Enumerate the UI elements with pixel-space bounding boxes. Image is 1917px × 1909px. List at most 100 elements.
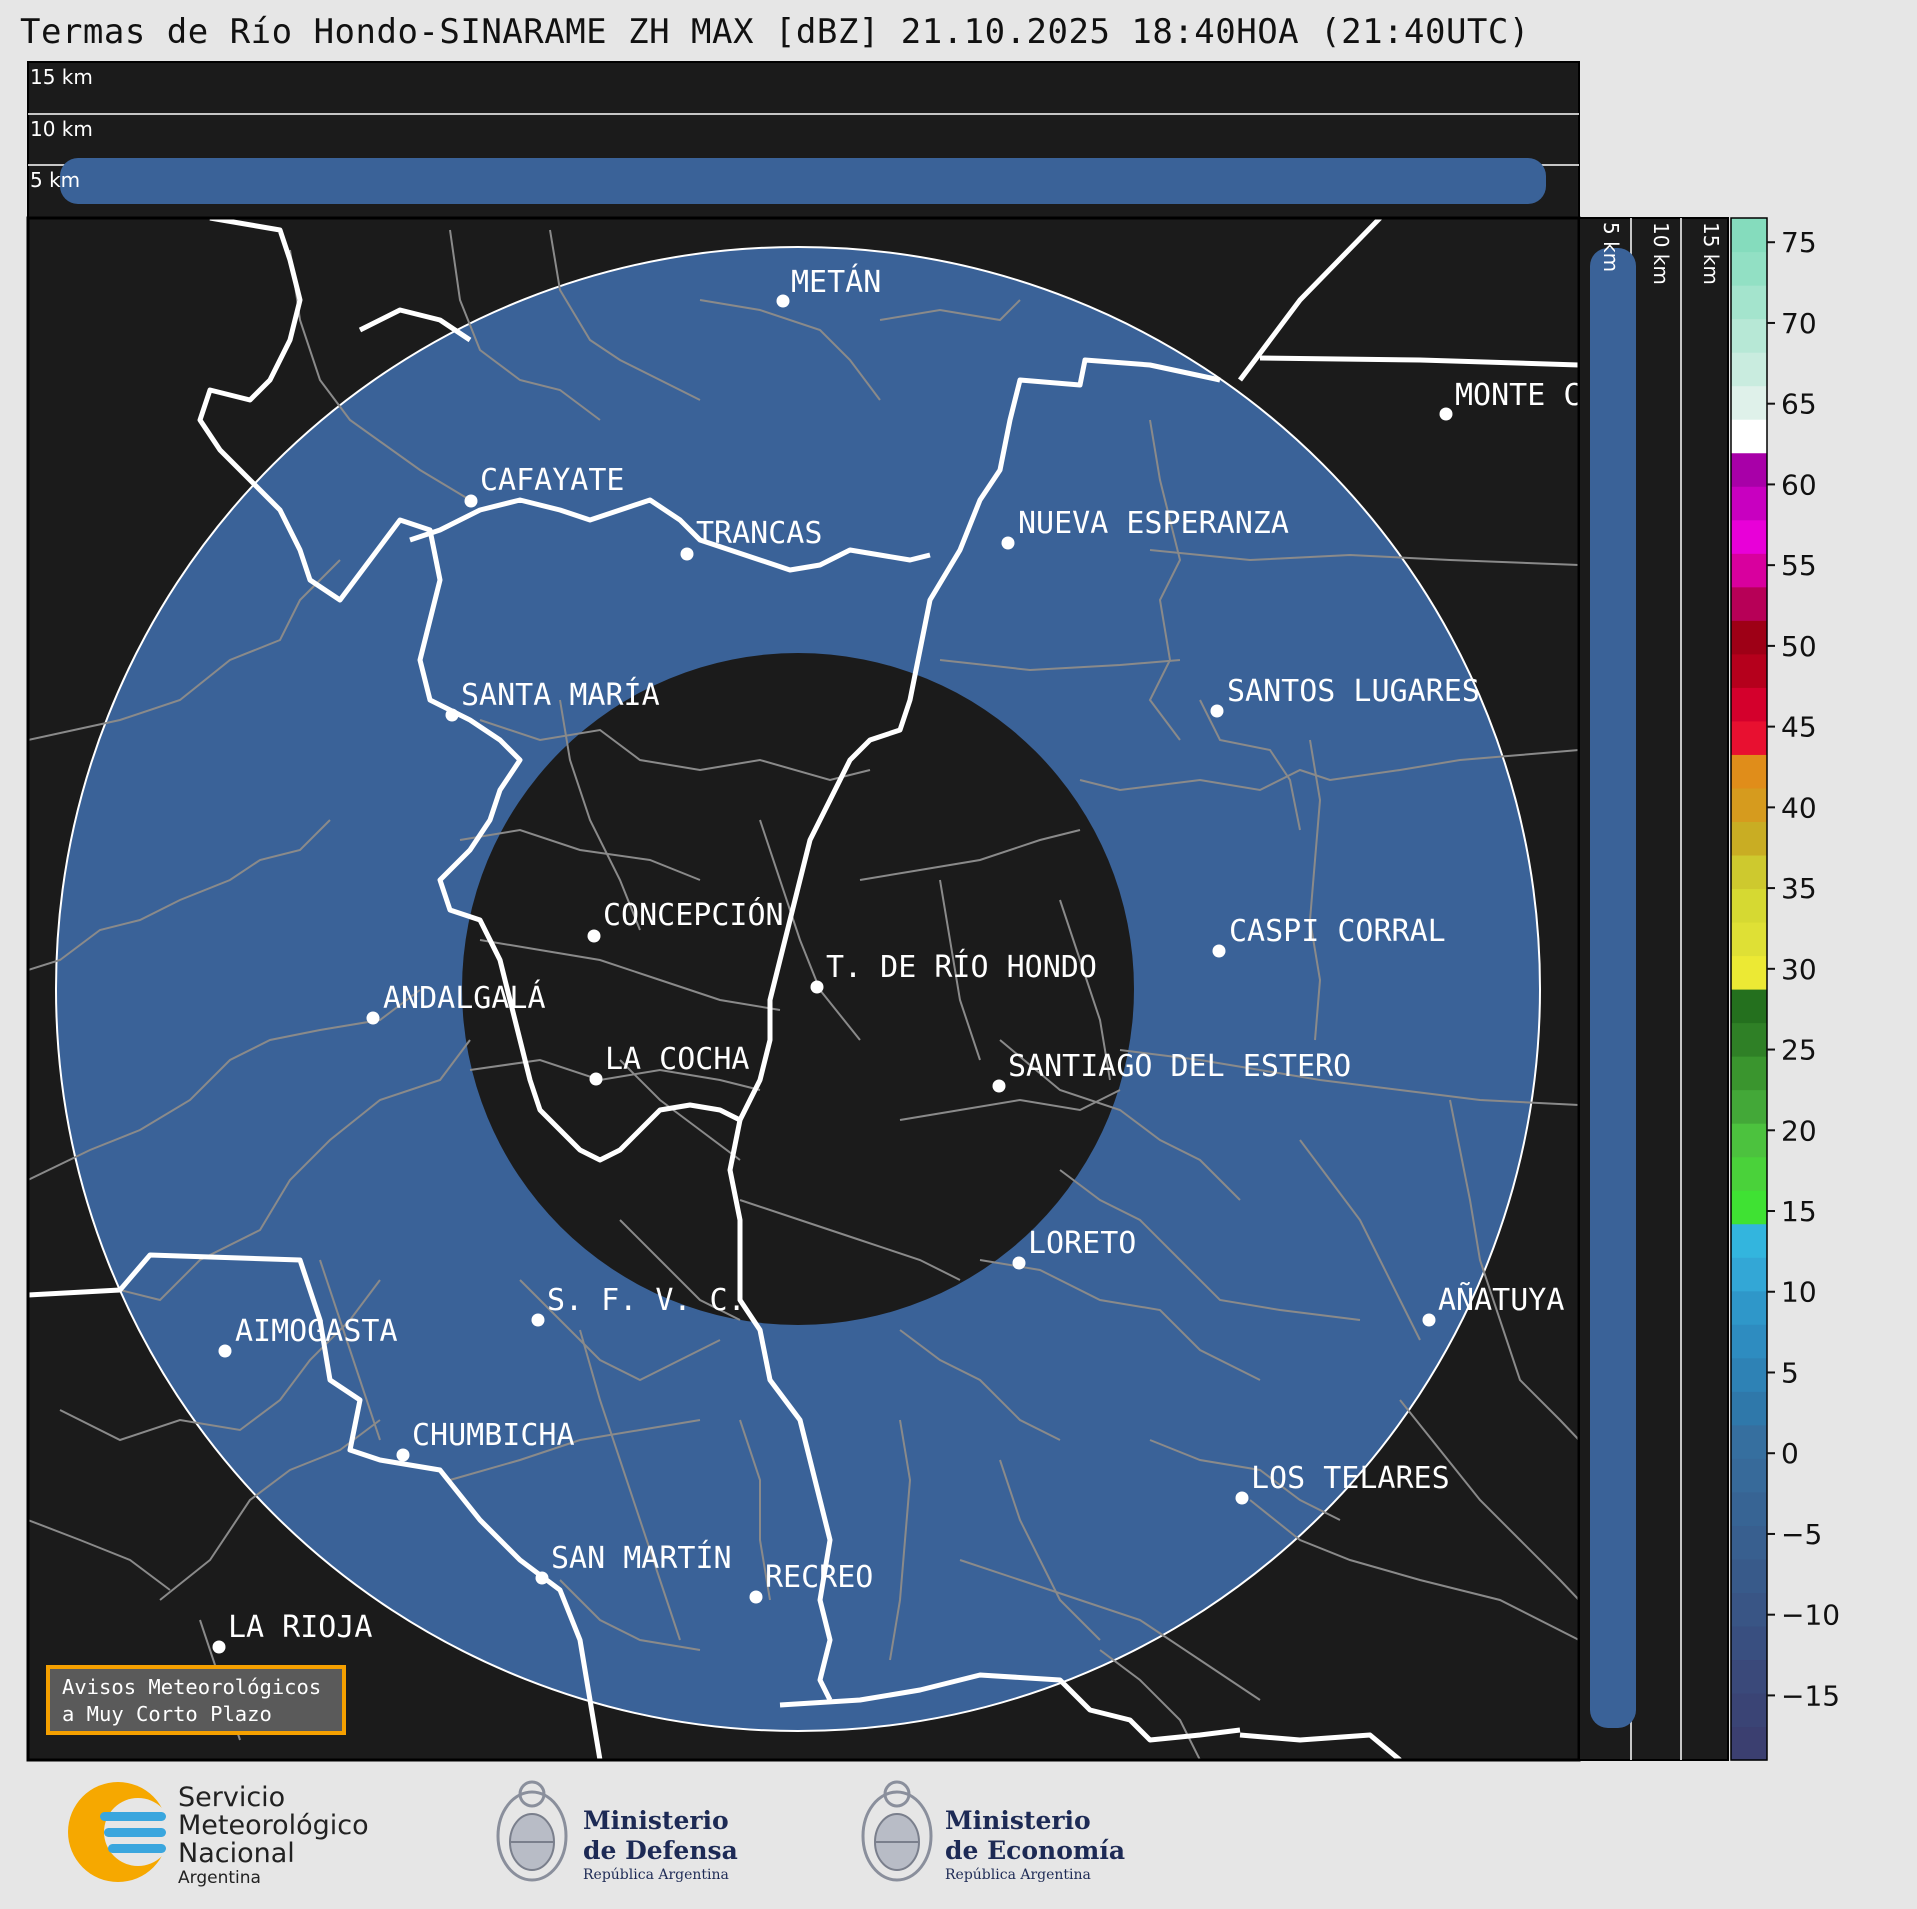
colorbar-segment <box>1731 285 1767 320</box>
colorbar-segment <box>1731 1056 1767 1091</box>
svg-text:CAFAYATE: CAFAYATE <box>480 463 625 498</box>
smn-line-2: Meteorológico <box>178 1810 369 1841</box>
colorbar-segment <box>1731 955 1767 990</box>
svg-text:AÑATUYA: AÑATUYA <box>1438 1282 1564 1318</box>
colorbar-tick-label: 45 <box>1781 711 1817 744</box>
colorbar-segment <box>1731 720 1767 755</box>
defensa-line-3: República Argentina <box>583 1867 729 1883</box>
colorbar-segment <box>1731 553 1767 588</box>
colorbar-segment <box>1731 1625 1767 1661</box>
colorbar-segment <box>1731 1022 1767 1057</box>
smn-logo <box>68 1782 172 1882</box>
colorbar-tick-label: −5 <box>1781 1518 1822 1551</box>
svg-text:AIMOGASTA: AIMOGASTA <box>235 1314 398 1349</box>
radar-blind-zone <box>462 653 1134 1325</box>
svg-text:S. F. V. C.: S. F. V. C. <box>547 1283 746 1318</box>
defensa-line-2: de Defensa <box>583 1836 738 1865</box>
colorbar-segment <box>1731 1156 1767 1191</box>
svg-text:CASPI CORRAL: CASPI CORRAL <box>1229 914 1446 949</box>
colorbar-segment <box>1731 888 1767 923</box>
smn-line-1: Servicio <box>178 1782 286 1813</box>
colorbar-segment <box>1731 1491 1767 1526</box>
colorbar-tick-label: 70 <box>1781 307 1817 340</box>
svg-text:LORETO: LORETO <box>1028 1226 1136 1261</box>
svg-text:METÁN: METÁN <box>791 264 881 300</box>
economia-line-3: República Argentina <box>945 1867 1091 1883</box>
smn-line-3: Nacional <box>178 1838 295 1869</box>
svg-text:SAN MARTÍN: SAN MARTÍN <box>551 1540 732 1576</box>
svg-text:SANTOS LUGARES: SANTOS LUGARES <box>1227 674 1480 709</box>
colorbar-tick-label: 40 <box>1781 791 1817 824</box>
colorbar-segment <box>1731 1692 1767 1728</box>
svg-text:TRANCAS: TRANCAS <box>696 516 822 551</box>
colorbar-tick-label: 5 <box>1781 1356 1799 1389</box>
colorbar-segment <box>1731 1525 1767 1560</box>
defensa-line-1: Ministerio <box>583 1806 729 1835</box>
colorbar-segment <box>1731 1726 1767 1761</box>
side-alt-label-15: 15 km <box>1699 222 1723 285</box>
colorbar-segment <box>1731 754 1767 789</box>
avisos-line-2: a Muy Corto Plazo <box>62 1702 272 1726</box>
defensa-coat-of-arms-icon <box>496 1780 568 1882</box>
colorbar-segment <box>1731 653 1767 688</box>
svg-text:SANTA MARÍA: SANTA MARÍA <box>461 677 660 713</box>
colorbar-tick-label: 25 <box>1781 1034 1817 1067</box>
economia-logo-text: Ministerio de Economía República Argenti… <box>945 1806 1125 1884</box>
colorbar-segment <box>1731 1424 1767 1459</box>
top-altitude-panel: 15 km 10 km 5 km <box>27 61 1580 219</box>
colorbar-segment <box>1731 519 1767 554</box>
colorbar-segment <box>1731 1592 1767 1627</box>
smn-line-4: Argentina <box>178 1868 261 1888</box>
svg-text:NUEVA ESPERANZA: NUEVA ESPERANZA <box>1018 506 1289 541</box>
colorbar-segment <box>1731 1324 1767 1359</box>
defensa-logo-text: Ministerio de Defensa República Argentin… <box>583 1806 738 1884</box>
colorbar-tick-label: 65 <box>1781 388 1817 421</box>
colorbar-segment <box>1731 687 1767 722</box>
colorbar-tick-label: 55 <box>1781 549 1817 582</box>
colorbar-segment <box>1731 1558 1767 1593</box>
colorbar-segment <box>1731 1391 1767 1426</box>
svg-text:SANTIAGO DEL ESTERO: SANTIAGO DEL ESTERO <box>1008 1049 1351 1084</box>
svg-text:T. DE RÍO HONDO: T. DE RÍO HONDO <box>826 949 1097 985</box>
svg-text:LA RIOJA: LA RIOJA <box>228 1610 373 1645</box>
map-panel: METÁN CAFAYATE TRANCAS NUEVA ESPERANZA M… <box>26 216 1581 1762</box>
colorbar-tick-label: −10 <box>1781 1599 1840 1632</box>
smn-logo-text: Servicio Meteorológico Nacional Argentin… <box>178 1782 369 1889</box>
colorbar-segment <box>1731 1089 1767 1124</box>
svg-text:RECREO: RECREO <box>765 1560 873 1595</box>
radar-figure: 15 km 10 km 5 km METÁN CAFAYATE TRANCAS … <box>26 61 1840 1882</box>
colorbar-segment <box>1731 586 1767 621</box>
colorbar-segment <box>1731 1357 1767 1392</box>
colorbar-segment <box>1731 854 1767 890</box>
alt-label-5: 5 km <box>30 168 80 192</box>
colorbar-segment <box>1731 989 1767 1024</box>
colorbar-segment <box>1731 921 1767 957</box>
svg-text:MONTE C: MONTE C <box>1455 378 1581 413</box>
top-profile-echo <box>60 158 1546 204</box>
colorbar-tick-label: 60 <box>1781 468 1817 501</box>
avisos-badge[interactable]: Avisos Meteorológicos a Muy Corto Plazo <box>46 1665 346 1735</box>
colorbar-segment <box>1731 385 1767 420</box>
colorbar-segment <box>1731 1223 1767 1258</box>
colorbar-segment <box>1731 787 1767 822</box>
colorbar-segment <box>1731 1290 1767 1325</box>
colorbar-tick-label: 35 <box>1781 872 1817 905</box>
colorbar-tick-label: 15 <box>1781 1195 1817 1228</box>
colorbar-tick-label: 10 <box>1781 1276 1817 1309</box>
colorbar-segment <box>1731 419 1767 454</box>
svg-text:LA COCHA: LA COCHA <box>605 1042 750 1077</box>
economia-line-1: Ministerio <box>945 1806 1091 1835</box>
avisos-line-1: Avisos Meteorológicos <box>62 1675 322 1699</box>
alt-label-15: 15 km <box>30 65 93 89</box>
svg-text:ANDALGALÁ: ANDALGALÁ <box>383 980 546 1016</box>
economia-coat-of-arms-icon <box>861 1780 933 1882</box>
colorbar-tick-label: 30 <box>1781 953 1817 986</box>
colorbar-tick-label: 0 <box>1781 1437 1799 1470</box>
colorbar-segment <box>1731 452 1767 487</box>
colorbar-segment <box>1731 821 1767 856</box>
colorbar-segment <box>1731 1659 1767 1694</box>
side-alt-label-10: 10 km <box>1649 222 1673 285</box>
colorbar-segment <box>1731 620 1767 655</box>
colorbar-segment <box>1731 218 1767 253</box>
colorbar-tick-label: 20 <box>1781 1114 1817 1147</box>
